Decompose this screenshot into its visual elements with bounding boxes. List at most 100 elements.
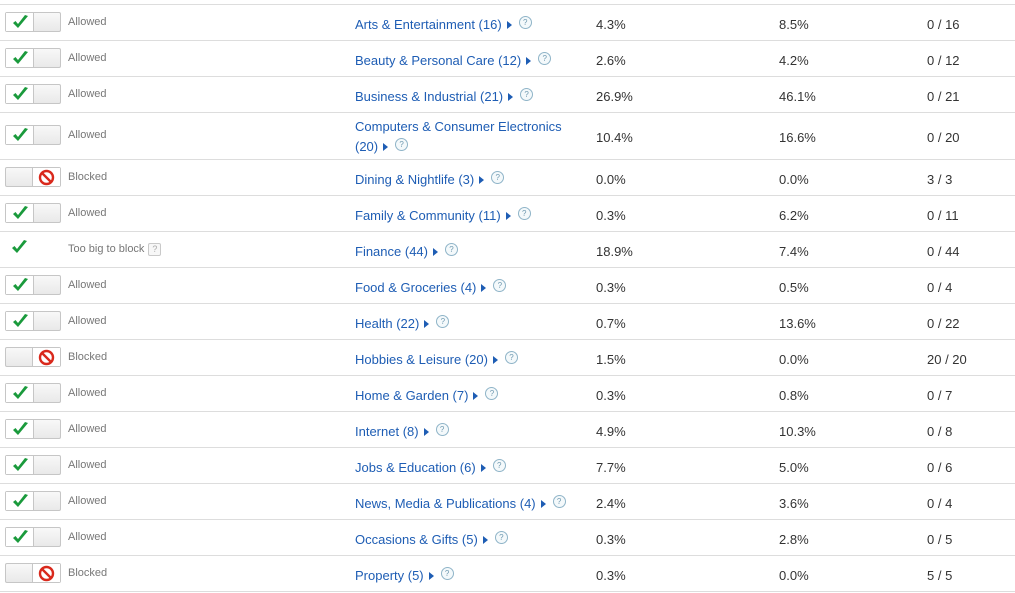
category-link[interactable]: Beauty & Personal Care (12) (355, 53, 521, 68)
expand-triangle-icon[interactable] (432, 248, 438, 256)
expand-triangle-icon[interactable] (423, 428, 429, 436)
toggle-block-side[interactable] (32, 384, 60, 402)
category-link[interactable]: Business & Industrial (21) (355, 89, 503, 104)
toggle-allow-side[interactable] (6, 168, 34, 186)
toggle-allow-side[interactable] (6, 492, 34, 510)
status-label: Allowed (68, 387, 107, 399)
expand-triangle-icon[interactable] (492, 356, 498, 364)
toggle-allow-side[interactable] (6, 312, 34, 330)
help-icon[interactable]: ? (493, 279, 507, 292)
expand-triangle-icon[interactable] (424, 320, 430, 328)
category-link[interactable]: Finance (44) (355, 244, 428, 259)
expand-triangle-icon[interactable] (479, 176, 485, 184)
toggle-block-side[interactable] (32, 564, 60, 582)
expand-triangle-icon[interactable] (480, 464, 486, 472)
help-icon[interactable]: ? (435, 423, 449, 436)
help-icon[interactable]: ? (504, 351, 518, 364)
allow-block-toggle[interactable] (5, 125, 61, 145)
allow-block-toggle[interactable] (5, 311, 61, 331)
category-link[interactable]: Internet (8) (355, 424, 419, 439)
expand-triangle-icon[interactable] (481, 284, 487, 292)
toggle-block-side[interactable] (32, 420, 60, 438)
help-icon[interactable]: ? (444, 243, 458, 256)
toggle-block-side[interactable] (32, 49, 60, 67)
allow-block-toggle[interactable] (5, 527, 61, 547)
help-icon[interactable]: ? (492, 459, 506, 472)
toggle-allow-side[interactable] (6, 420, 34, 438)
expand-triangle-icon[interactable] (506, 21, 512, 29)
help-icon[interactable]: ? (517, 207, 531, 220)
toggle-allow-side[interactable] (6, 49, 34, 67)
toggle-block-side[interactable] (32, 312, 60, 330)
category-cell: Dining & Nightlife (3)? (355, 170, 585, 190)
toggle-allow-side[interactable] (6, 384, 34, 402)
category-cell: Internet (8)? (355, 422, 585, 442)
allow-block-toggle[interactable] (5, 419, 61, 439)
help-icon[interactable]: ? (485, 387, 499, 400)
toggle-allow-side[interactable] (6, 528, 34, 546)
help-icon[interactable]: ? (538, 52, 552, 65)
category-link[interactable]: Dining & Nightlife (3) (355, 172, 474, 187)
help-icon[interactable]: ? (491, 171, 505, 184)
allow-block-toggle[interactable] (5, 84, 61, 104)
toggle-block-side[interactable] (32, 528, 60, 546)
expand-triangle-icon[interactable] (383, 143, 389, 151)
category-link[interactable]: Health (22) (355, 316, 419, 331)
toggle-allow-side[interactable] (6, 13, 34, 31)
toggle-allow-side[interactable] (6, 564, 34, 582)
toggle-block-side[interactable] (32, 492, 60, 510)
help-icon[interactable]: ? (440, 567, 454, 580)
expand-triangle-icon[interactable] (508, 93, 514, 101)
toggle-block-side[interactable] (32, 276, 60, 294)
allow-block-toggle[interactable] (5, 275, 61, 295)
category-link[interactable]: Property (5) (355, 568, 424, 583)
toggle-allow-side[interactable] (6, 456, 34, 474)
category-link[interactable]: Occasions & Gifts (5) (355, 532, 478, 547)
toggle-allow-side[interactable] (6, 348, 34, 366)
toggle-allow-side[interactable] (6, 276, 34, 294)
toggle-block-side[interactable] (32, 168, 60, 186)
blocked-ratio: 0 / 22 (927, 316, 960, 331)
no-entry-icon (38, 565, 55, 582)
category-link[interactable]: Family & Community (11) (355, 208, 501, 223)
toggle-block-side[interactable] (32, 348, 60, 366)
allow-block-toggle[interactable] (5, 383, 61, 403)
toggle-block-side[interactable] (32, 126, 60, 144)
expand-triangle-icon[interactable] (505, 212, 511, 220)
help-icon[interactable]: ? (395, 138, 409, 151)
toggle-allow-side[interactable] (6, 85, 34, 103)
allow-block-toggle[interactable] (5, 48, 61, 68)
allow-block-toggle[interactable] (5, 347, 61, 367)
category-link[interactable]: Food & Groceries (4) (355, 280, 476, 295)
blocked-ratio: 0 / 4 (927, 280, 953, 295)
allow-block-toggle[interactable] (5, 167, 61, 187)
help-icon[interactable]: ? (520, 88, 534, 101)
category-link[interactable]: News, Media & Publications (4) (355, 496, 536, 511)
toggle-allow-side[interactable] (6, 126, 34, 144)
allow-block-toggle[interactable] (5, 12, 61, 32)
help-icon[interactable]: ? (518, 16, 532, 29)
toggle-block-side[interactable] (32, 13, 60, 31)
help-icon[interactable]: ? (436, 315, 450, 328)
allow-block-toggle[interactable] (5, 491, 61, 511)
expand-triangle-icon[interactable] (526, 57, 532, 65)
expand-triangle-icon[interactable] (473, 392, 479, 400)
category-link[interactable]: Jobs & Education (6) (355, 460, 476, 475)
category-link[interactable]: Arts & Entertainment (16) (355, 17, 502, 32)
checkmark-icon (12, 127, 29, 143)
expand-triangle-icon[interactable] (540, 500, 546, 508)
category-link[interactable]: Home & Garden (7) (355, 388, 468, 403)
status-help-icon[interactable]: ? (148, 243, 162, 256)
expand-triangle-icon[interactable] (428, 572, 434, 580)
allow-block-toggle[interactable] (5, 203, 61, 223)
help-icon[interactable]: ? (552, 495, 566, 508)
allow-block-toggle[interactable] (5, 563, 61, 583)
expand-triangle-icon[interactable] (482, 536, 488, 544)
allow-block-toggle[interactable] (5, 455, 61, 475)
category-link[interactable]: Hobbies & Leisure (20) (355, 352, 488, 367)
toggle-allow-side[interactable] (6, 204, 34, 222)
toggle-block-side[interactable] (32, 204, 60, 222)
toggle-block-side[interactable] (32, 85, 60, 103)
help-icon[interactable]: ? (494, 531, 508, 544)
toggle-block-side[interactable] (32, 456, 60, 474)
